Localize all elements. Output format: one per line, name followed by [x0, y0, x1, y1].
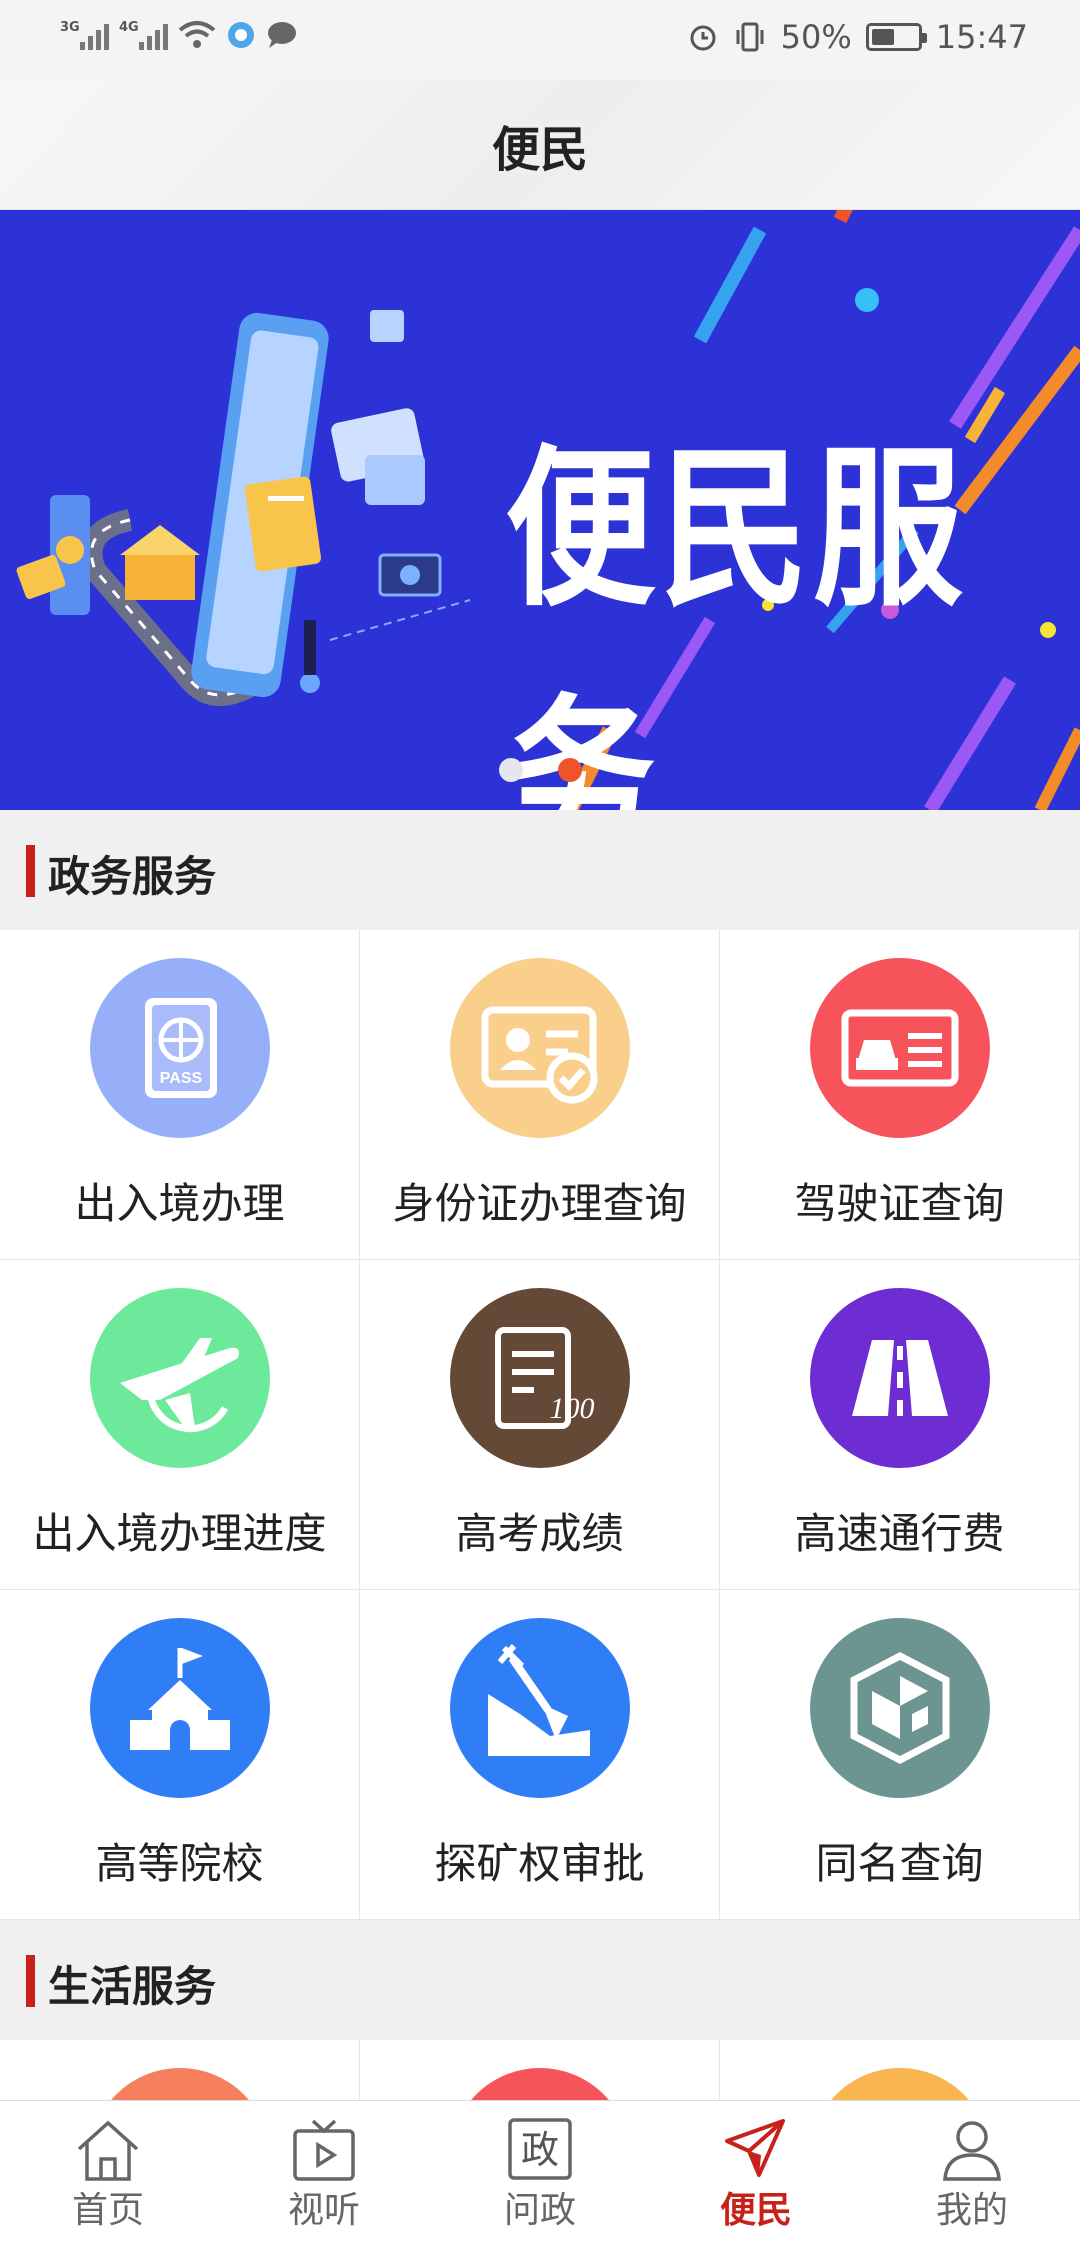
- nav-profile[interactable]: 我的: [864, 2101, 1080, 2244]
- status-bar: 3G 4G 50% 15:47: [0, 0, 1080, 80]
- id-card-check-icon: [450, 958, 630, 1138]
- section-title: 政务服务: [48, 852, 217, 901]
- banner-carousel[interactable]: 便民服务: [0, 210, 1080, 810]
- tv-icon: [293, 2119, 355, 2181]
- life-service-icon-1[interactable]: [90, 2068, 270, 2100]
- school-icon: [90, 1618, 270, 1798]
- nav-home[interactable]: 首页: [0, 2101, 216, 2244]
- life-service-icon-2[interactable]: [450, 2068, 630, 2100]
- service-gaokao-score[interactable]: 100 高考成绩: [360, 1260, 720, 1590]
- driver-license-icon: [810, 958, 990, 1138]
- section-accent-bar: [26, 845, 35, 897]
- nav-convenience[interactable]: 便民: [648, 2101, 864, 2244]
- browser-icon: [228, 22, 254, 48]
- shield-cube-icon: [810, 1618, 990, 1798]
- page-title: 便民: [491, 122, 588, 178]
- service-university[interactable]: 高等院校: [0, 1590, 360, 1920]
- signal-4g-icon: 4G: [119, 20, 168, 50]
- service-label: 同名查询: [815, 1839, 984, 1888]
- wifi-icon: [178, 21, 216, 48]
- service-mining-approval[interactable]: 探矿权审批: [360, 1590, 720, 1920]
- service-label: 驾驶证查询: [794, 1179, 1005, 1228]
- svg-text:100: 100: [550, 1392, 595, 1425]
- shovel-icon: [450, 1618, 630, 1798]
- signal-3g-icon: 3G: [60, 20, 109, 50]
- banner-headline: 便民服务: [505, 430, 968, 810]
- section-title: 生活服务: [48, 1962, 217, 2011]
- passport-icon: PASS: [90, 958, 270, 1138]
- zheng-box-icon: 政: [508, 2118, 572, 2180]
- section-accent-bar: [26, 1955, 35, 2007]
- carousel-indicator: [0, 758, 1080, 782]
- airplane-globe-icon: [90, 1288, 270, 1468]
- paper-plane-icon: [725, 2119, 785, 2177]
- chat-icon: [268, 22, 296, 48]
- clock: 15:47: [935, 18, 1028, 56]
- nav-politics[interactable]: 政 问政: [432, 2101, 648, 2244]
- battery-percent: 50%: [780, 18, 852, 56]
- service-label: 高等院校: [95, 1839, 264, 1888]
- app-header: 便民: [0, 80, 1080, 210]
- service-label: 身份证办理查询: [392, 1179, 687, 1228]
- life-service-row: [0, 2040, 1080, 2100]
- service-label: 出入境办理进度: [32, 1509, 327, 1558]
- service-highway-toll[interactable]: 高速通行费: [720, 1260, 1080, 1590]
- alarm-icon: [690, 25, 716, 51]
- service-label: 出入境办理: [74, 1179, 285, 1228]
- service-exit-entry-progress[interactable]: 出入境办理进度: [0, 1260, 360, 1590]
- service-exit-entry[interactable]: PASS 出入境办理: [0, 930, 360, 1260]
- home-icon: [77, 2120, 139, 2181]
- service-same-name-query[interactable]: 同名查询: [720, 1590, 1080, 1920]
- service-id-card-query[interactable]: 身份证办理查询: [360, 930, 720, 1260]
- battery-icon: [865, 23, 927, 51]
- bottom-nav: 首页 视听 政 问政 便民 我的: [0, 2100, 1080, 2244]
- service-label: 高速通行费: [794, 1509, 1005, 1558]
- service-label: 探矿权审批: [434, 1839, 645, 1888]
- score-sheet-icon: 100: [450, 1288, 630, 1468]
- highway-icon: [810, 1288, 990, 1468]
- svg-text:政: 政: [521, 2128, 559, 2172]
- svg-text:PASS: PASS: [160, 1070, 203, 1087]
- section-header-life: 生活服务: [0, 1920, 1080, 2040]
- vibrate-icon: [736, 22, 764, 52]
- service-label: 高考成绩: [455, 1509, 624, 1558]
- profile-icon: [943, 2121, 1001, 2181]
- life-service-icon-3[interactable]: [810, 2068, 990, 2100]
- carousel-dot-2[interactable]: [557, 758, 582, 782]
- service-driver-license[interactable]: 驾驶证查询: [720, 930, 1080, 1260]
- carousel-dot-1[interactable]: [498, 758, 523, 782]
- section-header-gov: 政务服务: [0, 810, 1080, 930]
- nav-media[interactable]: 视听: [216, 2101, 432, 2244]
